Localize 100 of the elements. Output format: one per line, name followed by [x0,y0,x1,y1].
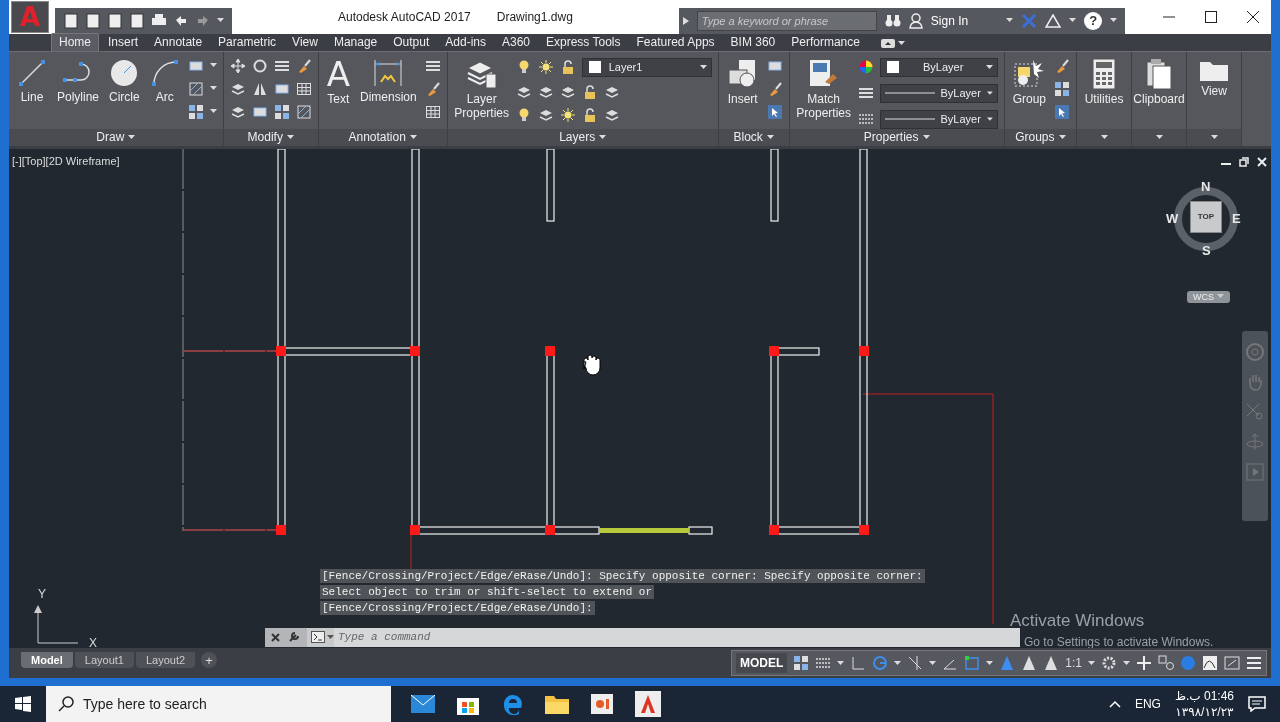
polar-tracking-icon[interactable] [872,655,889,672]
search-field[interactable]: Type a keyword or phrase [696,10,877,31]
sun-icon[interactable] [559,106,576,123]
ribbon-tab[interactable]: View [285,33,325,51]
clock-date[interactable]: ۱۳۹۸/۱۲/۲۳ [1175,704,1234,720]
caret-icon[interactable] [327,634,334,640]
language-indicator[interactable]: ENG [1134,697,1161,711]
wrench-icon[interactable] [288,631,300,644]
ribbon-tab[interactable]: Express Tools [539,33,628,51]
grip-marker[interactable] [769,524,779,535]
ribbon-tool-button[interactable]: Layer Properties [453,55,510,122]
grid-icon[interactable] [187,103,204,120]
mail-icon[interactable] [411,695,435,713]
close-icon[interactable] [271,632,280,642]
ribbon-tool-button[interactable]: Match Properties [795,55,852,122]
ribbon-tool-button[interactable]: Utilities [1082,55,1126,108]
ortho-icon[interactable] [850,655,867,672]
graphics-performance-icon[interactable] [1202,655,1218,672]
compass-label[interactable]: N [1201,178,1211,194]
compass-label[interactable]: W [1166,210,1179,226]
caret-icon[interactable] [894,660,902,666]
restore-icon[interactable] [1239,156,1249,167]
layout-tab[interactable]: Layout1 [74,652,134,669]
close-icon[interactable] [1247,10,1259,23]
panel-title[interactable]: Draw [96,130,125,145]
ribbon-tab[interactable]: Annotate [147,33,210,51]
caret-icon[interactable] [929,660,937,666]
grip-marker[interactable] [410,345,420,356]
shapes-icon[interactable] [1158,655,1174,672]
ribbon-tab[interactable]: Performance [784,33,867,51]
caret-icon[interactable] [986,90,993,96]
binoculars-icon[interactable] [884,13,901,28]
grid-icon[interactable] [273,103,290,120]
folder-icon[interactable] [545,694,569,714]
sign-in-link[interactable]: Sign In [930,13,969,28]
grip-marker[interactable] [859,345,869,356]
prompt-icon[interactable] [311,631,325,644]
circle-icon[interactable] [251,57,268,74]
command-input[interactable]: Type a command [334,627,1020,647]
caret-icon[interactable] [217,18,224,24]
grip-marker[interactable] [769,345,779,356]
caret-icon[interactable] [128,134,136,140]
selection-icon[interactable] [766,103,783,120]
property-dropdown[interactable]: ByLayer [879,83,998,103]
sun-icon[interactable] [537,59,554,76]
scale-menu[interactable]: 1:1 [1065,656,1082,671]
viewport-label[interactable]: [-][Top][2D Wireframe] [12,154,120,167]
brush-icon[interactable] [1054,57,1071,74]
layout-tab[interactable]: Layout2 [135,652,196,669]
ribbon-tool-button[interactable]: Dimension [357,55,419,106]
caret-icon[interactable] [409,134,417,140]
ribbon-tab[interactable]: Featured Apps [629,33,722,51]
ribbon-tool-button[interactable]: View [1197,55,1232,100]
grip-marker[interactable] [859,524,869,535]
triangle-icon[interactable] [1045,13,1062,28]
app-icon[interactable] [635,691,661,717]
compass-label[interactable]: E [1232,210,1241,226]
caret-icon[interactable] [1155,134,1163,140]
gear-icon[interactable] [1101,655,1117,672]
swatch-icon[interactable] [586,59,603,76]
caret-icon[interactable] [1088,660,1095,666]
caret-icon[interactable] [1123,660,1130,666]
menu-icon[interactable] [1246,655,1262,672]
caret-icon[interactable] [286,134,294,140]
caret-icon[interactable] [209,63,217,69]
ribbon-tab[interactable]: BIM 360 [723,33,783,51]
ribbon-tab[interactable]: Parametric [211,33,284,51]
chevron-up-icon[interactable] [1108,700,1121,708]
property-dropdown[interactable]: ByLayer [879,109,998,129]
selection-icon[interactable] [1054,103,1071,120]
ribbon-tool-button[interactable]: Circle [107,55,142,106]
taskbar-search-field[interactable]: Type here to search [46,686,391,722]
caret-icon[interactable] [1210,134,1218,140]
ribbon-tab[interactable]: Manage [326,33,385,51]
caret-icon[interactable] [599,134,607,140]
ribbon-tool-button[interactable]: Insert [724,55,761,108]
ribbon-tool-button[interactable]: Group [1010,55,1049,108]
browser-icon[interactable] [501,693,523,715]
grip-marker[interactable] [276,524,286,535]
new-file-icon[interactable] [63,12,79,29]
caret-icon[interactable] [837,660,845,666]
grip-marker[interactable] [276,345,286,356]
caret-icon[interactable] [766,134,774,140]
ribbon-tool-button[interactable]: Line [15,55,49,106]
caret-icon[interactable] [985,64,993,70]
expand-arrow-icon[interactable] [682,16,689,25]
table-icon[interactable] [295,80,312,97]
ribbon-tool-button[interactable]: Arc [147,55,182,106]
color-wheel-icon[interactable] [857,59,874,76]
clean-screen-icon[interactable] [1224,655,1240,672]
caret-icon[interactable] [1110,18,1118,24]
help-icon[interactable]: ? [1084,11,1103,30]
hatch-icon[interactable] [187,80,204,97]
crosshair-icon[interactable] [907,655,924,672]
caret-icon[interactable] [209,109,217,115]
ribbon-tool-button[interactable]: Polyline [55,55,102,106]
windows-logo-icon[interactable] [15,696,31,712]
caret-icon[interactable] [986,116,993,122]
presentation-icon[interactable] [591,694,613,714]
grip-marker[interactable] [545,524,555,535]
